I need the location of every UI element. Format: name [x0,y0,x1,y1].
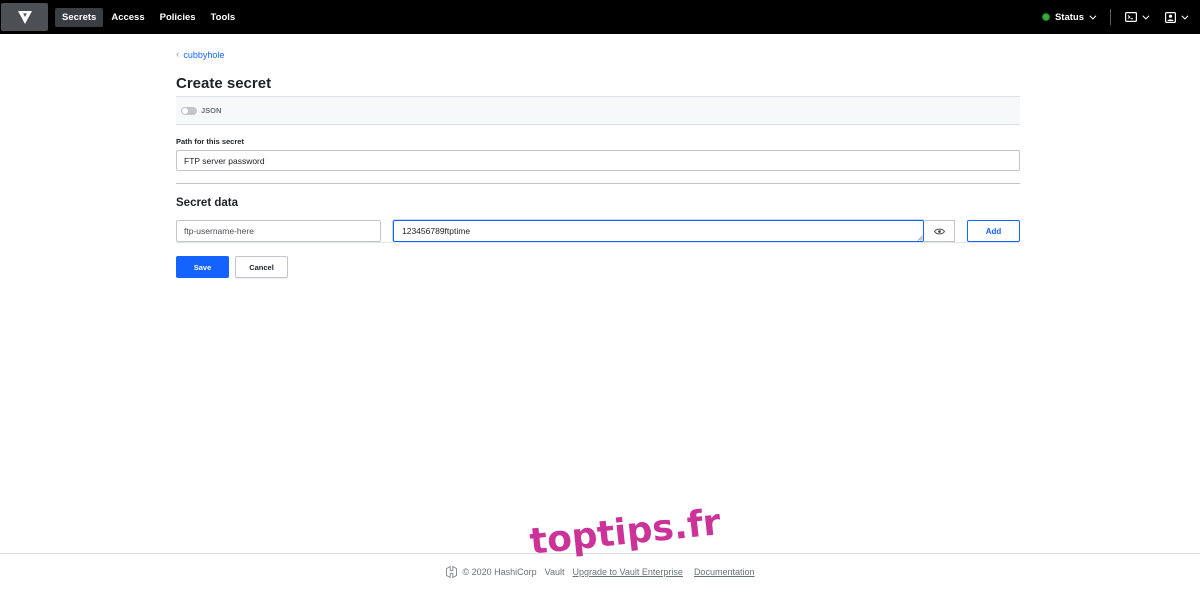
chevron-down-icon [1181,12,1189,20]
chevron-down-icon [1142,12,1150,20]
vault-logo[interactable] [1,3,48,31]
cancel-button[interactable]: Cancel [235,256,288,278]
show-value-button[interactable] [924,220,955,242]
chevron-down-icon [1089,12,1097,20]
section-divider [176,183,1020,184]
nav-policies[interactable]: Policies [153,8,203,27]
documentation-link[interactable]: Documentation [694,567,755,577]
main-nav: Secrets Access Policies Tools [55,7,243,27]
secret-data-title: Secret data [176,197,239,209]
secret-value-input[interactable] [393,220,924,242]
user-icon [1165,11,1176,23]
hashicorp-logo-icon [445,566,457,578]
resize-handle-icon[interactable] [917,235,923,241]
nav-secrets[interactable]: Secrets [55,7,104,27]
kv-row-divider [176,242,1020,243]
console-menu[interactable] [1125,12,1150,22]
status-label: Status [1054,11,1084,23]
save-button[interactable]: Save [176,256,229,278]
vault-logo-icon [17,10,32,24]
top-nav: Secrets Access Policies Tools Status [0,0,1200,34]
breadcrumb[interactable]: ‹ cubbyhole [176,49,224,60]
eye-icon [933,228,945,234]
chevron-left-icon: ‹ [176,49,180,60]
footer: © 2020 HashiCorp Vault Upgrade to Vault … [0,566,1200,578]
status-dot-icon [1042,14,1049,20]
nav-right: Status [1042,0,1200,34]
json-toggle[interactable] [181,106,197,115]
upgrade-link[interactable]: Upgrade to Vault Enterprise [573,567,683,577]
nav-access[interactable]: Access [104,8,151,27]
path-input[interactable] [176,150,1020,171]
secret-key-input[interactable] [176,220,381,242]
nav-tools[interactable]: Tools [204,8,243,27]
footer-version: Vault [544,567,565,577]
path-label: Path for this secret [176,137,244,146]
footer-copyright: © 2020 HashiCorp [462,567,537,577]
json-toggle-label: JSON [201,106,222,115]
terminal-icon [1125,12,1137,22]
json-toolbar: JSON [176,96,1020,125]
add-button[interactable]: Add [967,220,1020,242]
page-title: Create secret [176,75,272,92]
user-menu[interactable] [1165,11,1189,23]
breadcrumb-link[interactable]: cubbyhole [183,50,224,60]
nav-divider [1110,9,1111,25]
status-menu[interactable]: Status [1042,11,1097,23]
